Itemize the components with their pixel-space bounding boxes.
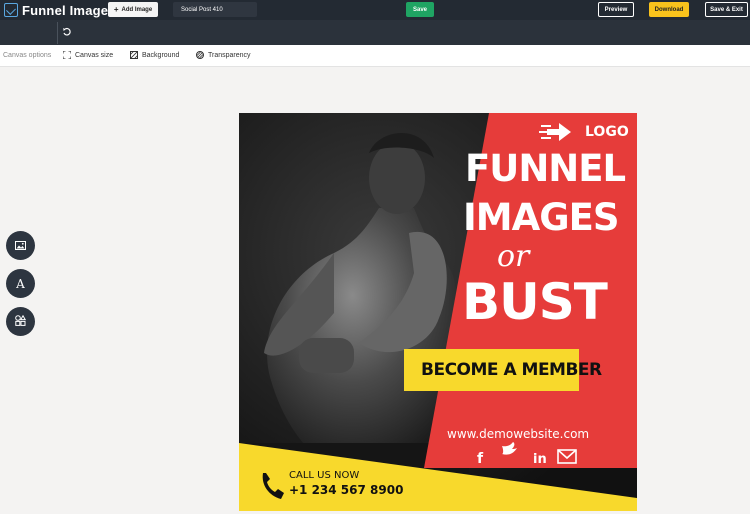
image-icon xyxy=(15,237,26,255)
call-label: CALL US NOW xyxy=(289,470,360,481)
add-image-label: Add Image xyxy=(121,6,153,13)
add-image-button[interactable]: + Add Image xyxy=(108,2,158,17)
background-label: Background xyxy=(142,51,180,59)
transparency-label: Transparency xyxy=(208,51,251,59)
text-icon: A xyxy=(16,276,25,291)
toolbar-divider xyxy=(57,22,58,44)
undo-icon[interactable] xyxy=(62,27,72,37)
add-text-tool-button[interactable]: A xyxy=(6,269,35,298)
plus-icon: + xyxy=(113,5,119,14)
resize-icon xyxy=(62,50,72,60)
brand-name: Funnel Images xyxy=(22,2,116,18)
shapes-icon xyxy=(15,313,27,331)
canvas-options-bar: Canvas options Canvas size Background Tr… xyxy=(0,45,750,67)
canvas-size-label: Canvas size xyxy=(75,51,114,59)
preview-button[interactable]: Preview xyxy=(598,2,634,17)
background-icon xyxy=(129,50,139,60)
canvas-options-label: Canvas options xyxy=(3,52,52,59)
add-image-tool-button[interactable] xyxy=(6,231,35,260)
cta-text: BECOME A MEMBER xyxy=(421,360,602,380)
transparency-icon xyxy=(196,51,204,59)
transparency-option[interactable]: Transparency xyxy=(196,51,251,59)
document-name-input[interactable]: Social Post 410 xyxy=(173,2,257,17)
funnel-images-logo-icon xyxy=(4,3,18,17)
headline-images: IMAGES xyxy=(463,196,620,239)
linkedin-icon: in xyxy=(533,452,547,467)
top-bar: Funnel Images + Add Image Social Post 41… xyxy=(0,0,750,20)
save-exit-button[interactable]: Save & Exit xyxy=(705,2,748,17)
design-canvas[interactable]: f in LOGO FUNNEL IMAGES or BUST BECOME A… xyxy=(239,113,637,511)
facebook-icon: f xyxy=(477,451,484,467)
logo-text: LOGO xyxy=(585,124,629,140)
background-option[interactable]: Background xyxy=(129,50,180,60)
headline-or: or xyxy=(497,239,530,274)
brand: Funnel Images xyxy=(4,1,116,19)
add-shape-tool-button[interactable] xyxy=(6,307,35,336)
secondary-toolbar xyxy=(0,20,750,45)
headline-bust: BUST xyxy=(462,273,608,331)
website-text: www.demowebsite.com xyxy=(447,427,590,441)
download-button[interactable]: Download xyxy=(649,2,689,17)
headline-funnel: FUNNEL xyxy=(465,147,626,190)
save-button[interactable]: Save xyxy=(406,2,434,17)
canvas-size-option[interactable]: Canvas size xyxy=(62,50,114,60)
phone-number: +1 234 567 8900 xyxy=(289,483,404,497)
